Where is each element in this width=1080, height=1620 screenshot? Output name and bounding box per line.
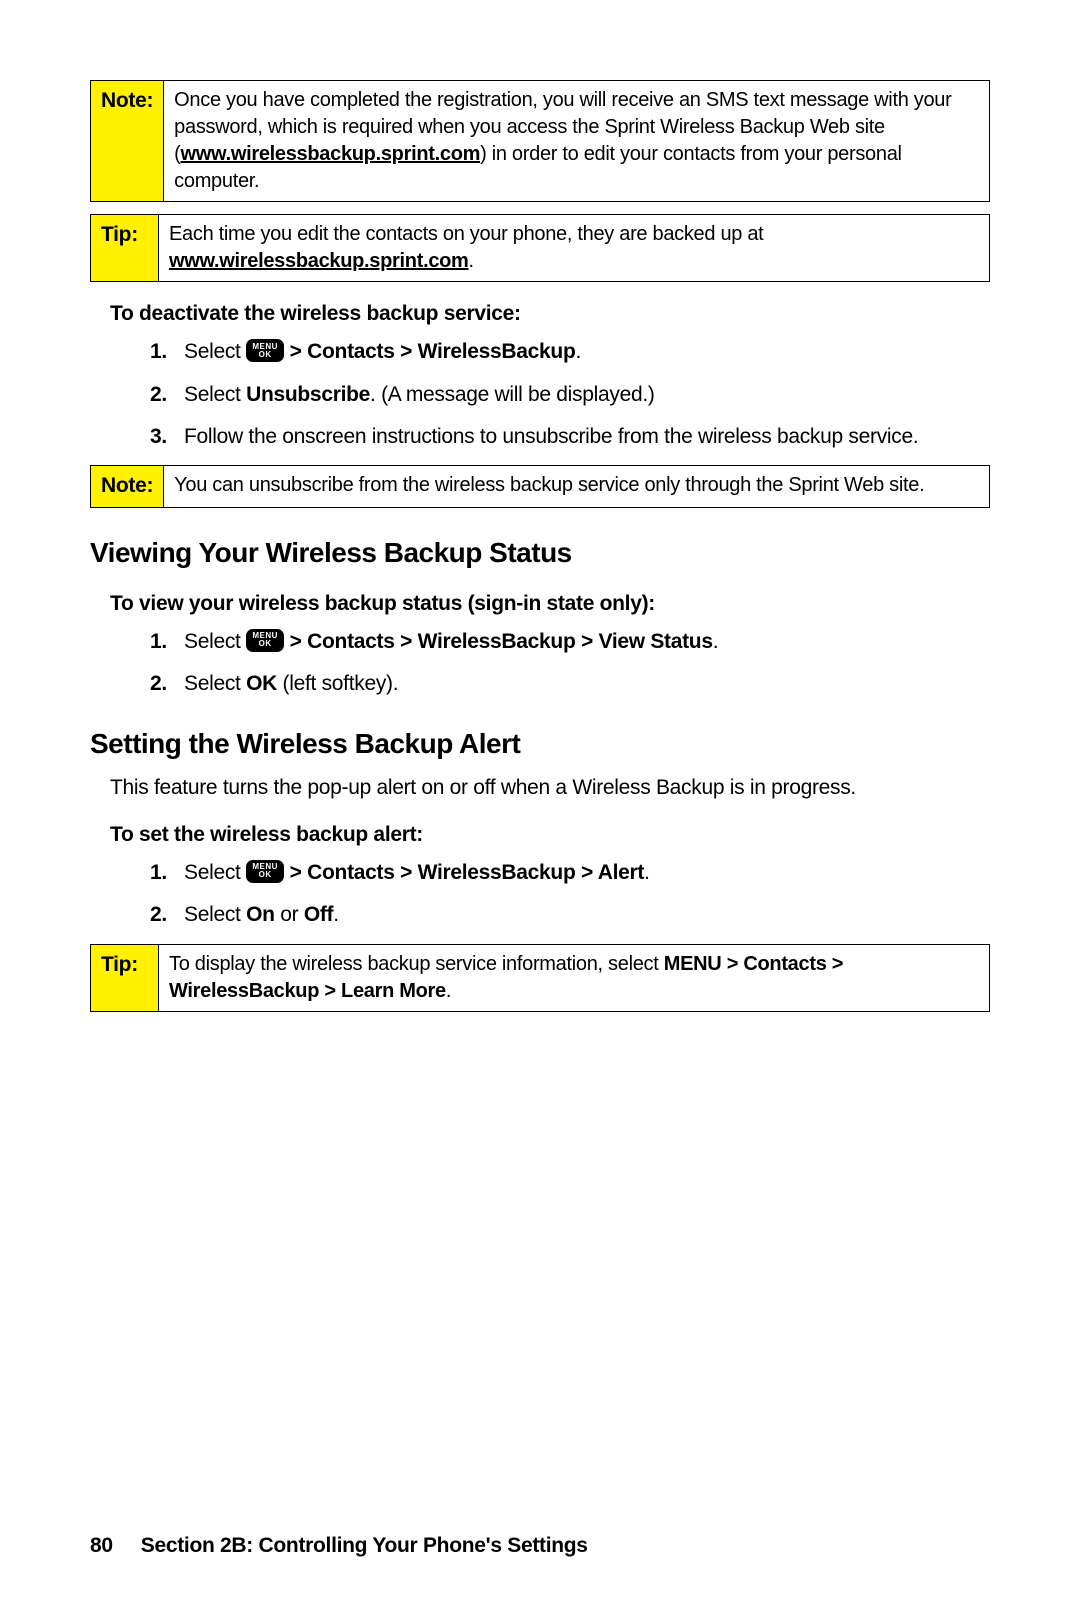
note-label: Note: (91, 466, 164, 506)
text: . (446, 980, 451, 1002)
step-2: 2. Select Unsubscribe. (A message will b… (150, 381, 990, 409)
url-link[interactable]: www.wirelessbackup.sprint.com (181, 143, 481, 165)
step-number: 2. (150, 901, 167, 929)
step-2: 2. Select OK (left softkey). (150, 670, 990, 698)
nav-path: > Contacts > WirelessBackup (284, 340, 575, 363)
steps-setting: 1. Select MENUOK > Contacts > WirelessBa… (90, 859, 990, 930)
page-number: 80 (90, 1534, 113, 1557)
step-number: 3. (150, 423, 167, 451)
text: Select (184, 630, 246, 653)
text: or (275, 903, 304, 926)
heading-viewing: Viewing Your Wireless Backup Status (90, 534, 990, 572)
option-off: Off (304, 903, 333, 926)
subheading-viewing: To view your wireless backup status (sig… (90, 590, 990, 618)
text: . (A message will be displayed.) (370, 383, 655, 406)
note-body: You can unsubscribe from the wireless ba… (164, 466, 989, 506)
subheading-setting: To set the wireless backup alert: (90, 821, 990, 849)
step-number: 1. (150, 628, 167, 656)
text: (left softkey). (277, 672, 398, 695)
step-number: 2. (150, 381, 167, 409)
section-title: Section 2B: Controlling Your Phone's Set… (141, 1534, 588, 1557)
text: . (644, 861, 650, 884)
menu-ok-key-icon: MENUOK (246, 860, 284, 883)
text: Follow the onscreen instructions to unsu… (184, 425, 918, 448)
nav-path: > Contacts > WirelessBackup > Alert (284, 861, 644, 884)
option-on: On (246, 903, 275, 926)
note-body: Once you have completed the registration… (164, 81, 989, 201)
menu-ok-key-icon: MENUOK (246, 339, 284, 362)
paragraph: This feature turns the pop-up alert on o… (110, 774, 990, 802)
step-3: 3. Follow the onscreen instructions to u… (150, 423, 990, 451)
nav-path: > Contacts > WirelessBackup > View Statu… (284, 630, 713, 653)
tip-body: Each time you edit the contacts on your … (159, 215, 989, 281)
step-1: 1. Select MENUOK > Contacts > WirelessBa… (150, 628, 990, 656)
step-number: 1. (150, 338, 167, 366)
tip-body: To display the wireless backup service i… (159, 945, 989, 1011)
note-callout-2: Note: You can unsubscribe from the wirel… (90, 465, 990, 507)
text: Select (184, 340, 246, 363)
note-label: Note: (91, 81, 164, 201)
tip-label: Tip: (91, 945, 159, 1011)
key-label: OK (246, 672, 277, 695)
text: . (713, 630, 719, 653)
text: Select (184, 861, 246, 884)
url-link[interactable]: www.wirelessbackup.sprint.com (169, 250, 469, 272)
step-1: 1. Select MENUOK > Contacts > WirelessBa… (150, 859, 990, 887)
step-number: 2. (150, 670, 167, 698)
steps-deactivate: 1. Select MENUOK > Contacts > WirelessBa… (90, 338, 990, 451)
text: . (333, 903, 339, 926)
tip-label: Tip: (91, 215, 159, 281)
step-number: 1. (150, 859, 167, 887)
text: Select (184, 672, 246, 695)
tip-callout-1: Tip: Each time you edit the contacts on … (90, 214, 990, 282)
subheading-deactivate: To deactivate the wireless backup servic… (90, 300, 990, 328)
page-footer: 80 Section 2B: Controlling Your Phone's S… (90, 1532, 588, 1560)
steps-viewing: 1. Select MENUOK > Contacts > WirelessBa… (90, 628, 990, 699)
text: . (469, 250, 474, 272)
note-callout-1: Note: Once you have completed the regist… (90, 80, 990, 202)
action: Unsubscribe (246, 383, 370, 406)
tip-callout-2: Tip: To display the wireless backup serv… (90, 944, 990, 1012)
text: Select (184, 383, 246, 406)
text: . (575, 340, 581, 363)
menu-ok-key-icon: MENUOK (246, 629, 284, 652)
step-2: 2. Select On or Off. (150, 901, 990, 929)
step-1: 1. Select MENUOK > Contacts > WirelessBa… (150, 338, 990, 366)
text: To display the wireless backup service i… (169, 953, 664, 975)
text: Each time you edit the contacts on your … (169, 223, 763, 245)
heading-setting: Setting the Wireless Backup Alert (90, 725, 990, 763)
text: Select (184, 903, 246, 926)
